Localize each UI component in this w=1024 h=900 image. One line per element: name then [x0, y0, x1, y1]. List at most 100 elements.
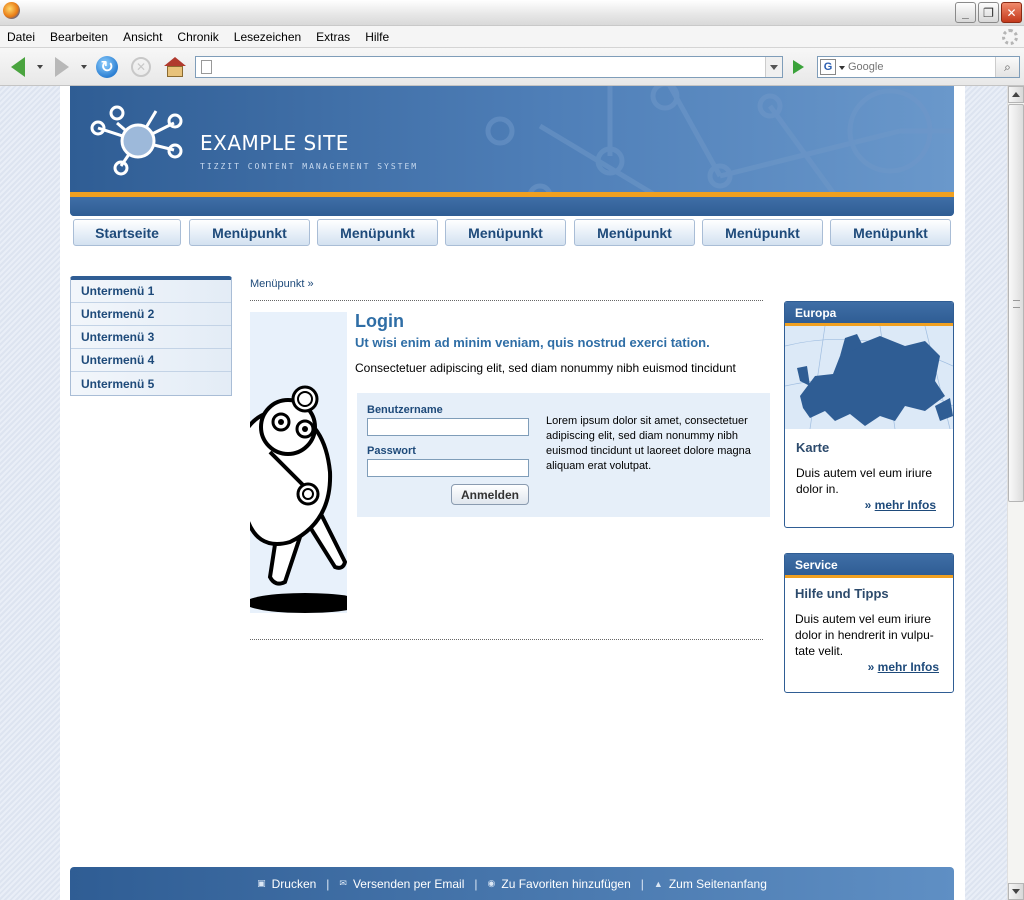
site-footer: ▣ Drucken | ✉ Versenden per Email | ◉ Zu…	[70, 867, 954, 900]
nav-menupunkt-2[interactable]: Menüpunkt	[317, 219, 438, 246]
throbber-icon	[1002, 29, 1018, 45]
close-button[interactable]: ✕	[1001, 2, 1022, 23]
service-more-link[interactable]: » mehr Infos	[785, 660, 939, 674]
scroll-up-button[interactable]	[1008, 86, 1024, 103]
bookmark-icon: ◉	[487, 878, 496, 888]
footer-email-link[interactable]: ✉ Versenden per Email	[339, 877, 464, 891]
nav-menupunkt-5[interactable]: Menüpunkt	[702, 219, 823, 246]
service-more-prefix: »	[867, 660, 875, 674]
login-submit-button[interactable]: Anmelden	[451, 484, 529, 505]
menu-bearbeiten[interactable]: Bearbeiten	[50, 30, 108, 44]
nav-menupunkt-4[interactable]: Menüpunkt	[574, 219, 695, 246]
content-divider-bottom	[250, 639, 763, 640]
content-divider-top	[250, 300, 763, 301]
nav-menupunkt-6[interactable]: Menüpunkt	[830, 219, 951, 246]
google-engine-icon[interactable]: G	[820, 59, 836, 75]
login-form: Benutzername Passwort Anmelden Lorem ips…	[357, 393, 770, 517]
address-bar[interactable]	[195, 56, 783, 78]
menu-chronik[interactable]: Chronik	[177, 30, 218, 44]
footer-favorites-label: Zu Favoriten hinzufügen	[501, 876, 631, 891]
home-button[interactable]	[162, 54, 188, 80]
europa-more-label: mehr Infos	[874, 498, 936, 512]
search-button[interactable]: ⌕	[995, 57, 1019, 77]
page-container: EXAMPLE SITE TIZZIT CONTENT MANAGEMENT S…	[60, 86, 965, 900]
sub-navigation: Untermenü 1 Untermenü 2 Untermenü 3 Unte…	[70, 276, 232, 396]
footer-favorites-link[interactable]: ◉ Zu Favoriten hinzufügen	[488, 877, 631, 891]
login-intro: Consectetuer adipiscing elit, sed diam n…	[355, 361, 736, 375]
forward-button[interactable]	[49, 54, 75, 80]
submenu-item-2[interactable]: Untermenü 2	[71, 303, 231, 326]
password-field[interactable]	[367, 459, 529, 477]
menu-datei[interactable]: Datei	[7, 30, 35, 44]
menu-hilfe[interactable]: Hilfe	[365, 30, 389, 44]
vertical-scrollbar[interactable]	[1007, 86, 1024, 900]
submenu-item-4[interactable]: Untermenü 4	[71, 349, 231, 372]
breadcrumb[interactable]: Menüpunkt »	[250, 278, 314, 290]
europa-box: Europa Karte Duis autem vel eum iriure d…	[784, 301, 954, 528]
footer-separator: |	[640, 876, 644, 891]
forward-arrow-icon	[55, 57, 69, 77]
europa-box-header: Europa	[785, 302, 953, 326]
mascot-illustration	[250, 312, 347, 613]
submenu-item-1[interactable]: Untermenü 1	[71, 280, 231, 303]
menu-lesezeichen[interactable]: Lesezeichen	[234, 30, 301, 44]
menu-extras[interactable]: Extras	[316, 30, 350, 44]
header-lower-band	[70, 197, 954, 216]
service-box-text: Duis autem vel eum iriure dolor in hendr…	[795, 612, 934, 658]
page-viewport: EXAMPLE SITE TIZZIT CONTENT MANAGEMENT S…	[0, 86, 1007, 900]
nav-menupunkt-3[interactable]: Menüpunkt	[445, 219, 566, 246]
footer-top-link[interactable]: ▲ Zum Seitenanfang	[654, 877, 767, 891]
nav-menupunkt-1[interactable]: Menüpunkt	[189, 219, 310, 246]
login-subtitle: Ut wisi enim ad minim veniam, quis nostr…	[355, 335, 710, 350]
stop-button[interactable]: ✕	[128, 54, 154, 80]
window-titlebar: _ ❐ ✕	[0, 0, 1024, 26]
search-bar: G ⌕	[817, 56, 1020, 78]
address-dropdown-button[interactable]	[765, 57, 782, 77]
footer-email-label: Versenden per Email	[352, 876, 465, 891]
europa-more-link[interactable]: » mehr Infos	[785, 498, 936, 512]
page-icon	[201, 60, 212, 74]
service-box-header: Service	[785, 554, 953, 578]
site-header: EXAMPLE SITE TIZZIT CONTENT MANAGEMENT S…	[70, 86, 954, 216]
scroll-down-button[interactable]	[1008, 883, 1024, 900]
site-title: EXAMPLE SITE	[200, 131, 349, 155]
nav-startseite[interactable]: Startseite	[73, 219, 181, 246]
menu-ansicht[interactable]: Ansicht	[123, 30, 162, 44]
footer-print-link[interactable]: ▣ Drucken	[257, 877, 316, 891]
europa-box-text: Duis autem vel eum iriure dolor in.	[796, 466, 933, 496]
window-controls: _ ❐ ✕	[955, 2, 1022, 23]
search-input[interactable]	[848, 59, 992, 75]
username-field[interactable]	[367, 418, 529, 436]
service-box: Service Hilfe und Tipps Duis autem vel e…	[784, 553, 954, 693]
stop-icon: ✕	[131, 57, 151, 77]
service-more-label: mehr Infos	[877, 660, 939, 674]
restore-button[interactable]: ❐	[978, 2, 999, 23]
footer-separator: |	[474, 876, 478, 891]
firefox-icon[interactable]	[3, 2, 20, 19]
login-title: Login	[355, 311, 404, 331]
reload-icon: ↻	[96, 56, 118, 78]
europa-box-title: Karte	[796, 440, 830, 455]
main-navigation: Startseite Menüpunkt Menüpunkt Menüpunkt…	[73, 219, 953, 246]
back-history-dropdown[interactable]	[37, 65, 43, 69]
go-button[interactable]	[787, 57, 809, 77]
reload-button[interactable]: ↻	[94, 54, 120, 80]
password-label: Passwort	[367, 445, 416, 457]
forward-history-dropdown[interactable]	[81, 65, 87, 69]
site-subtitle: TIZZIT CONTENT MANAGEMENT SYSTEM	[200, 162, 419, 171]
submenu-item-5[interactable]: Untermenü 5	[71, 372, 231, 395]
europe-map[interactable]	[785, 326, 953, 429]
submenu-item-3[interactable]: Untermenü 3	[71, 326, 231, 349]
magnifier-icon: ⌕	[1004, 59, 1011, 74]
minimize-button[interactable]: _	[955, 2, 976, 23]
arrow-up-icon: ▲	[653, 878, 663, 889]
engine-dropdown-icon[interactable]	[839, 66, 845, 70]
footer-top-label: Zum Seitenanfang	[668, 876, 767, 891]
home-icon	[164, 57, 186, 77]
printer-icon: ▣	[257, 878, 266, 888]
back-button[interactable]	[5, 54, 31, 80]
back-arrow-icon	[11, 57, 25, 77]
europa-more-prefix: »	[864, 498, 872, 512]
scroll-thumb[interactable]	[1008, 104, 1024, 502]
login-info-text: Lorem ipsum dolor sit amet, consectetuer…	[546, 415, 751, 472]
